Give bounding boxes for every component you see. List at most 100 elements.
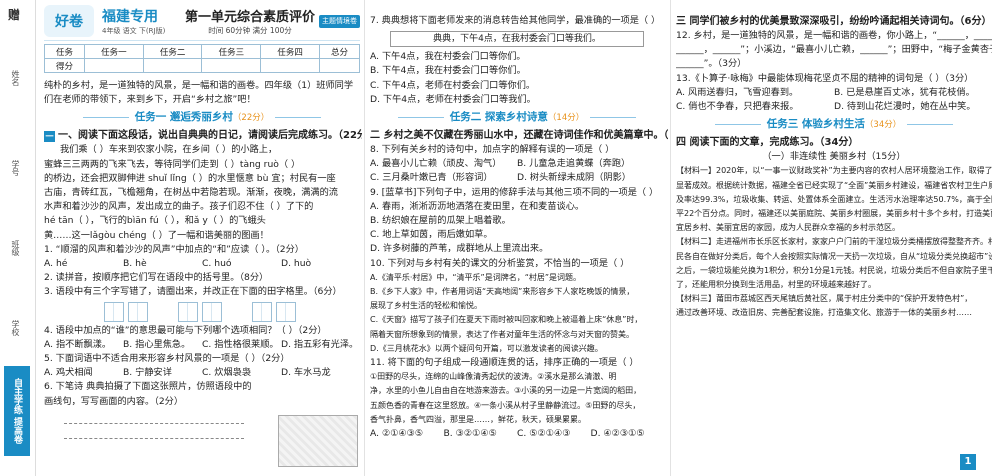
grid-cell[interactable] bbox=[104, 301, 124, 322]
question-13-options-a: A. 风雨送春归，飞雪迎春到。 B. 已是悬崖百丈冰，犹有花枝俏。 bbox=[676, 86, 992, 100]
score-input[interactable] bbox=[83, 58, 144, 73]
option[interactable]: D. 许多树藤的芦苇，成群地从上里流出来。 bbox=[370, 242, 664, 256]
option[interactable]: A. ②①④③⑤ bbox=[370, 427, 444, 441]
score-header-row: 任务 任务一 任务二 任务三 任务四 总分 bbox=[44, 44, 360, 59]
option[interactable]: A. 春雨，淅淅沥沥地洒落在麦田里，在和麦苗谈心。 bbox=[370, 200, 664, 214]
question-8-options-a: A. 最喜小儿亡赖（顽皮、淘气） B. 儿童急走追黄蝶（奔跑） bbox=[370, 157, 664, 171]
village-photo bbox=[278, 415, 358, 467]
option[interactable]: C. 下午4点，老师在村委会门口等你们。 bbox=[370, 79, 664, 93]
column-divider bbox=[364, 0, 365, 476]
option[interactable]: B. hè bbox=[123, 257, 202, 271]
binding-spine: 赠 姓名 学号 班级 学校 自主学练 提高卷 bbox=[0, 0, 36, 476]
spine-field-number: 学号 bbox=[11, 160, 20, 176]
reading-title: （一）非连续性 美丽乡村（15分） bbox=[762, 151, 906, 163]
question-1-options: A. hé B. hè C. huó D. huò bbox=[44, 257, 360, 271]
question-12: 12. 乡村，是一道独特的风景，是一幅和谐的画卷，你小路上，“______，__… bbox=[676, 30, 992, 41]
option[interactable]: D. 待到山花烂漫时，她在丛中笑。 bbox=[834, 100, 992, 114]
grid-cell[interactable] bbox=[128, 301, 148, 322]
option[interactable]: D. 树头新绿未成阴（阴影） bbox=[517, 171, 664, 185]
option[interactable]: A. 鸡犬相闻 bbox=[44, 366, 123, 380]
score-cell: 总分 bbox=[319, 44, 360, 59]
question-8: 8. 下列有关乡村的诗句中，加点字的解释有误的一项是（ ） bbox=[370, 144, 615, 156]
sentence-line: 五颜色香的青春在这里怒放。④一条小溪从村子里静静流过。⑤田野的尽头， bbox=[370, 400, 641, 410]
score-cell: 任务三 bbox=[201, 44, 262, 59]
score-input[interactable] bbox=[260, 58, 320, 73]
exam-title: 第一单元综合素质评价 bbox=[184, 10, 315, 25]
brand-logo: 好卷 bbox=[44, 5, 94, 37]
option[interactable]: D. ④②③①⑤ bbox=[591, 427, 665, 441]
task-two-heading: 任务二 探索乡村诗意（14分） bbox=[370, 109, 664, 126]
question-13: 13.《卜算子·咏梅》中最能体现梅花坚贞不屈的精神的词句是（ ）（3分） bbox=[676, 72, 974, 84]
reading-line: 民各自在做好分类后，每个人会按照实际情况一天扔一次垃圾，自从“垃圾分类兑换超市”… bbox=[676, 251, 992, 261]
option[interactable]: B. 已是悬崖百丈冰，犹有花枝俏。 bbox=[834, 86, 992, 100]
option[interactable]: A. 最喜小儿亡赖（顽皮、淘气） bbox=[370, 157, 517, 171]
option[interactable]: C. 炊烟袅袅 bbox=[202, 366, 281, 380]
option[interactable]: C. 俏也不争春，只把春来报。 bbox=[676, 100, 834, 114]
option[interactable]: A. 指不断飘漾。 bbox=[44, 338, 123, 352]
province-label: 福建专用 bbox=[102, 9, 158, 25]
passage-line: 蜜蜂三三两两的飞来飞去，等待同学们走到（ ）tàng ruò（ ） bbox=[44, 158, 301, 170]
grid-cell[interactable] bbox=[252, 301, 272, 322]
grid-cell[interactable] bbox=[202, 301, 222, 322]
option[interactable]: B. 宁静安详 bbox=[123, 366, 202, 380]
passage-line: 的桥边，还会把双脚伸进 shuǐ lǐng（ ）的水里惬意 bù 宜；村民有一座 bbox=[44, 172, 336, 184]
question-13-options-b: C. 俏也不争春，只把春来报。 D. 待到山花烂漫时，她在丛中笑。 bbox=[676, 100, 992, 114]
question-5-options: A. 鸡犬相闻 B. 宁静安详 C. 炊烟袅袅 D. 车水马龙 bbox=[44, 366, 360, 380]
option[interactable]: B. 下午4点，我在村委会门口等你们。 bbox=[370, 64, 664, 78]
reading-line: 宜居乡村、美丽宜居的家园，成为人民群众幸福的乡村示范区。 bbox=[676, 223, 900, 233]
option[interactable]: D. huò bbox=[281, 257, 360, 271]
option[interactable]: A.《清平乐·村居》中，“清平乐”是词牌名，“村居”是词题。 bbox=[370, 271, 664, 285]
spine-field-school: 学校 bbox=[11, 320, 20, 336]
task-one-heading: 任务一 邂逅秀丽乡村（22分） bbox=[44, 109, 360, 126]
reading-line: 平22个百分点。同时，福建还以美丽庭院、美丽乡村圈展，美丽乡村十多个乡村，打造美… bbox=[676, 209, 992, 219]
answer-line[interactable] bbox=[64, 411, 244, 424]
option[interactable]: D. 下午4点，老师在村委会门口等我们。 bbox=[370, 93, 664, 107]
option[interactable]: B.《乡下人家》中，作者用词语“天高地阔”来形容乡下人家吃晚饭的情景， bbox=[370, 285, 664, 299]
option[interactable]: D.《三月桃花水》以两个疑问句开篇，可以激发读者的阅读兴趣。 bbox=[370, 342, 664, 356]
question-6-cont: 画线句，写写画面的内容。（2分） bbox=[44, 395, 184, 407]
option[interactable]: B. 纺织娘在屋前的瓜架上唱着歌。 bbox=[370, 214, 664, 228]
option[interactable]: B. ③②①④⑤ bbox=[444, 427, 518, 441]
question-12-cont: ______”。（3分） bbox=[676, 58, 747, 70]
question-6: 6. 下笔诗 典典拍摄了下面这张照片，仿照语段中的 bbox=[44, 381, 252, 393]
option[interactable]: A. 风雨送春归，飞雪迎春到。 bbox=[676, 86, 834, 100]
reading-line: 之后，一袋垃圾能兑换为1积分，积分1分是1元钱。村民说，垃圾分类后不但自家院子里… bbox=[676, 265, 992, 275]
option[interactable]: C. huó bbox=[202, 257, 281, 271]
option[interactable]: D. 指五彩有光泽。 bbox=[281, 338, 360, 352]
score-input[interactable] bbox=[319, 58, 360, 73]
intro-line: 纯朴的乡村，是一道独特的风景，是一幅和谐的画卷。四年级（1）班师同学 bbox=[44, 80, 354, 91]
task-three-heading: 任务三 体验乡村生活（34分） bbox=[676, 116, 992, 133]
column-divider bbox=[670, 0, 671, 476]
option[interactable]: A. 下午4点，我在村委会门口等你们。 bbox=[370, 50, 664, 64]
score-input[interactable] bbox=[201, 58, 262, 73]
option[interactable]: C. 指性格很莱顺。 bbox=[202, 338, 281, 352]
score-value-row: 得分 bbox=[44, 58, 360, 73]
question-3: 3. 语段中有三个字写错了，请圈出来，并改正在下面的田字格里。（6分） bbox=[44, 286, 342, 298]
reading-line: 【材料一】2020年，以“一事一议财政奖补”为主要内容的农村人居环境整治工作，取… bbox=[676, 166, 992, 176]
option[interactable]: D. 车水马龙 bbox=[281, 366, 360, 380]
grid-cell[interactable] bbox=[276, 301, 296, 322]
question-8-options-b: C. 三月桑叶嫩已青（形容词） D. 树头新绿未成阴（阴影） bbox=[370, 171, 664, 185]
grid-cell[interactable] bbox=[178, 301, 198, 322]
column-left: 好卷 福建专用 4年级 语文 下(RJ版) 第一单元综合素质评价 时间 60分钟… bbox=[40, 0, 362, 476]
passage-line: 黄……这一lǎgòu chéng（ ）了一幅和谐美丽的图画！ bbox=[44, 229, 269, 241]
option[interactable]: A. hé bbox=[44, 257, 123, 271]
reading-line: 【材料三】莆田市荔城区西天尾镇后黄社区，属于村庄分类中的“保护开发特色村”， bbox=[676, 294, 973, 304]
option[interactable]: B. 儿童急走追黄蝶（奔跑） bbox=[517, 157, 664, 171]
tianzige-grid[interactable] bbox=[104, 301, 360, 322]
option[interactable]: C. ⑤②①④③ bbox=[517, 427, 591, 441]
question-12-cont: ______，______”；小溪边，“最喜小儿亡赖，______”；田野中，“… bbox=[676, 44, 992, 56]
option[interactable]: C. 三月桑叶嫩已青（形容词） bbox=[370, 171, 517, 185]
option[interactable]: C. 地上草如茵，雨后嫩如草。 bbox=[370, 228, 664, 242]
score-input[interactable] bbox=[142, 58, 203, 73]
question-9: 9. [蓝草书]下列句子中，运用的修辞手法与其他三项不同的一项是（ ） bbox=[370, 186, 659, 198]
score-cell: 得分 bbox=[44, 58, 85, 73]
gift-logo: 赠 bbox=[8, 8, 21, 22]
column-middle: 7. 典典想将下面老师发来的消息转告给其他同学，最准确的一项是（ ） 典典，下午… bbox=[366, 0, 668, 476]
sentence-line: 香气扑鼻，香气四溢，那里是……，鲜花，秋天，硕果累累。 bbox=[370, 414, 586, 424]
question-11-options: A. ②①④③⑤ B. ③②①④⑤ C. ⑤②①④③ D. ④②③①⑤ bbox=[370, 427, 664, 441]
option[interactable]: B. 指心里焦急。 bbox=[123, 338, 202, 352]
option[interactable]: C.《天窗》描写了孩子们在夏天下雨时被叫回家和晚上被逼着上床“休息”时， bbox=[370, 313, 664, 327]
answer-line[interactable] bbox=[64, 426, 244, 439]
question-4: 4. 语段中加点的“谁”的意思最可能与下列哪个选项相同？（ ）（2分） bbox=[44, 324, 327, 336]
